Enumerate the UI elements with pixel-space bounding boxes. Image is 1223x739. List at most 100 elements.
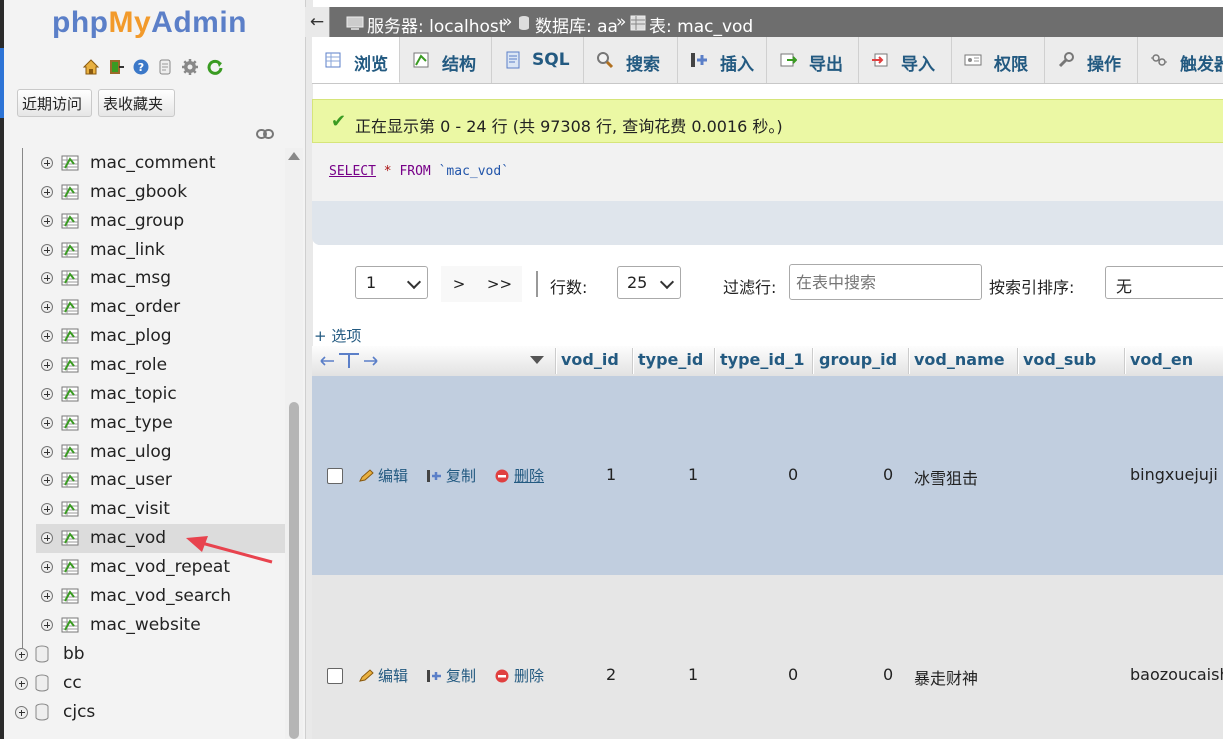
cell-vod-name[interactable]: 冰雪狙击 [914, 465, 978, 489]
cell-vod-en[interactable]: baozoucaish [1130, 665, 1223, 684]
sort-arrow-icon[interactable] [530, 356, 544, 364]
column-vod-sub[interactable]: vod_sub [1023, 350, 1096, 369]
tab-triggers[interactable]: 触发器 [1138, 37, 1223, 83]
expand-icon[interactable] [15, 706, 28, 719]
row-checkbox[interactable] [327, 668, 343, 684]
tree-item-mac-vod-search[interactable]: mac_vod_search [36, 582, 285, 611]
expand-icon[interactable] [15, 677, 28, 690]
cell-vod-en[interactable]: bingxuejuji [1130, 465, 1218, 484]
tab-import[interactable]: 导入 [859, 37, 952, 83]
copy-button[interactable]: 复制 [426, 465, 476, 486]
rows-select[interactable]: 25 [617, 266, 681, 299]
tree-item-label[interactable]: mac_ulog [90, 442, 172, 462]
sql-select-keyword[interactable]: SELECT [329, 164, 376, 179]
tree-item-label[interactable]: mac_link [90, 240, 165, 260]
last-page-button[interactable]: >> [477, 266, 522, 302]
phpmyadmin-logo[interactable]: phpMyAdmin [52, 6, 247, 40]
delete-button[interactable]: 删除 [494, 465, 544, 486]
sort-select[interactable]: 无 [1105, 266, 1223, 299]
expand-icon[interactable] [41, 186, 53, 198]
sql-query[interactable]: SELECT * FROM `mac_vod` [329, 164, 509, 179]
column-vod-en[interactable]: vod_en [1130, 350, 1193, 369]
tree-item-label[interactable]: mac_visit [90, 499, 170, 519]
expand-icon[interactable] [41, 272, 53, 284]
help-icon[interactable]: ? [132, 58, 150, 76]
tree-item-mac-comment[interactable]: mac_comment [36, 149, 285, 178]
scroll-up-arrow[interactable] [288, 152, 300, 160]
expand-icon[interactable] [41, 301, 53, 313]
tree-item-mac-order[interactable]: mac_order [36, 293, 285, 322]
column-vod-name[interactable]: vod_name [914, 350, 1005, 369]
expand-icon[interactable] [41, 474, 53, 486]
link-icon[interactable] [256, 128, 274, 140]
cell-type-id[interactable]: 1 [688, 465, 698, 484]
table-icon[interactable] [61, 184, 79, 200]
tree-item-mac-website[interactable]: mac_website [36, 611, 285, 640]
expand-icon[interactable] [41, 532, 53, 544]
edit-button[interactable]: 编辑 [358, 665, 408, 686]
tree-item-label[interactable]: mac_vod [90, 528, 166, 548]
reload-icon[interactable] [206, 58, 224, 76]
tab-structure[interactable]: 结构 [400, 37, 492, 83]
filter-input[interactable] [789, 264, 982, 300]
breadcrumb-server[interactable]: 服务器: localhost [367, 12, 505, 37]
column-group-id[interactable]: group_id [819, 350, 897, 369]
cell-vod-id[interactable]: 1 [606, 465, 616, 484]
favorites-button[interactable]: 表收藏夹 [98, 89, 175, 117]
home-icon[interactable] [82, 58, 100, 76]
table-icon[interactable] [61, 299, 79, 315]
tab-operations[interactable]: 操作 [1045, 37, 1138, 83]
expand-icon[interactable] [41, 388, 53, 400]
gear-icon[interactable] [181, 58, 199, 76]
recent-button[interactable]: 近期访问 [17, 89, 92, 117]
tree-item-mac-plog[interactable]: mac_plog [36, 322, 285, 351]
breadcrumb-database[interactable]: 数据库: aa [535, 12, 618, 37]
table-icon[interactable] [61, 444, 79, 460]
tree-item-label[interactable]: mac_comment [90, 153, 216, 173]
tree-item-label[interactable]: mac_vod_search [90, 586, 231, 606]
column-resize-icon[interactable] [319, 352, 379, 370]
tab-sql[interactable]: SQL [492, 37, 584, 83]
expand-icon[interactable] [41, 215, 53, 227]
expand-icon[interactable] [41, 330, 53, 342]
tree-item-label[interactable]: mac_role [90, 355, 167, 375]
table-icon[interactable] [61, 328, 79, 344]
expand-icon[interactable] [41, 561, 53, 573]
column-vod-id[interactable]: vod_id [561, 350, 619, 369]
back-button[interactable]: ← [305, 7, 330, 37]
cell-type-id[interactable]: 1 [688, 665, 698, 684]
delete-button[interactable]: 删除 [494, 665, 544, 686]
column-type-id[interactable]: type_id [638, 350, 703, 369]
table-icon[interactable] [61, 270, 79, 286]
cell-group-id[interactable]: 0 [883, 665, 893, 684]
tree-item-mac-role[interactable]: mac_role [36, 351, 285, 380]
exit-icon[interactable] [107, 58, 125, 76]
tree-db-bb[interactable]: bb [13, 640, 273, 669]
cell-vod-id[interactable]: 2 [606, 665, 616, 684]
docs-icon[interactable] [156, 58, 174, 76]
tree-item-label[interactable]: mac_plog [90, 326, 172, 346]
tree-item-label[interactable]: mac_group [90, 211, 184, 231]
expand-icon[interactable] [41, 417, 53, 429]
expand-icon[interactable] [41, 244, 53, 256]
expand-icon[interactable] [41, 359, 53, 371]
tree-db-label[interactable]: cjcs [63, 702, 95, 722]
tree-item-mac-visit[interactable]: mac_visit [36, 495, 285, 524]
tree-item-mac-ulog[interactable]: mac_ulog [36, 438, 285, 467]
table-icon[interactable] [61, 155, 79, 171]
table-icon[interactable] [61, 588, 79, 604]
expand-icon[interactable] [41, 503, 53, 515]
table-icon[interactable] [61, 242, 79, 258]
expand-icon[interactable] [15, 648, 28, 661]
row-checkbox[interactable] [327, 468, 343, 484]
table-icon[interactable] [61, 213, 79, 229]
tree-item-label[interactable]: mac_msg [90, 268, 171, 288]
table-icon[interactable] [61, 357, 79, 373]
tab-export[interactable]: 导出 [767, 37, 859, 83]
table-icon[interactable] [61, 559, 79, 575]
tree-item-label[interactable]: mac_user [90, 470, 172, 490]
cell-type-id-1[interactable]: 0 [788, 665, 798, 684]
tree-db-cjcs[interactable]: cjcs [13, 698, 273, 727]
tree-db-label[interactable]: bb [63, 644, 85, 664]
copy-button[interactable]: 复制 [426, 665, 476, 686]
